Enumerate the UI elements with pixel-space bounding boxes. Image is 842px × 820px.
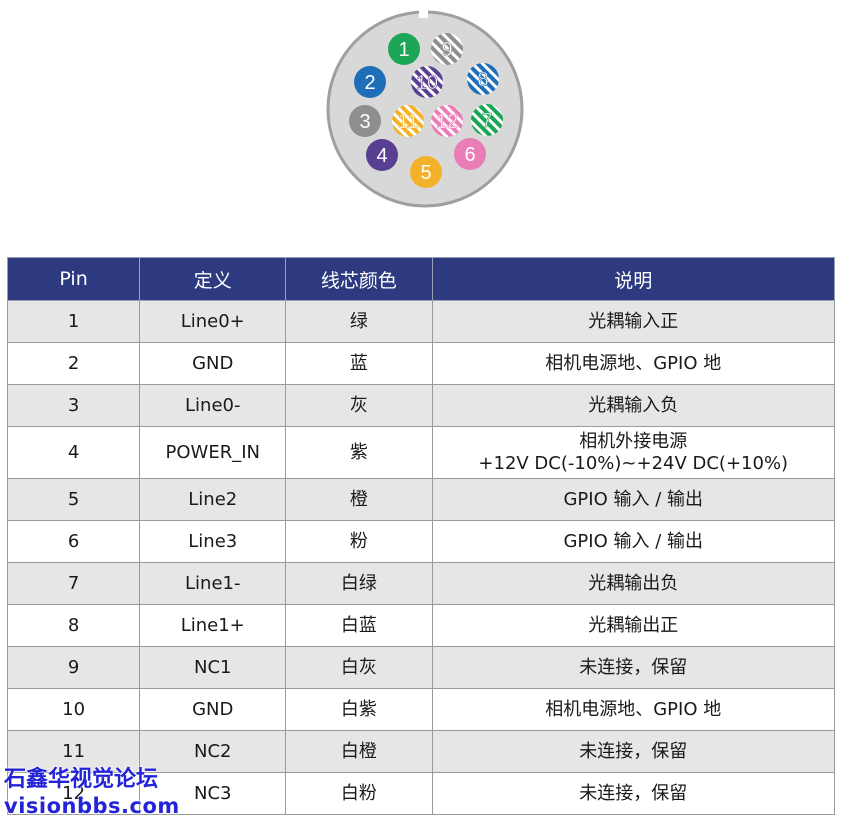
svg-text:3: 3 [359,111,370,133]
connector-pin-7: 7 [471,104,503,136]
cell-wire-color: 灰 [285,384,433,427]
table-row: 8 Line1+ 白蓝 光耦输出正 [6,604,835,647]
cell-wire-color: 绿 [285,300,433,343]
cell-description: 光耦输出正 [431,604,835,647]
connector-pin-8: 8 [467,63,499,95]
cell-wire-color: 白粉 [285,772,433,815]
cell-definition: Line1+ [139,604,287,647]
cell-description: GPIO 输入 / 输出 [431,520,835,563]
header-definition: 定义 [139,257,287,301]
svg-text:4: 4 [376,145,387,167]
connector-pin-12: 12 [431,105,463,137]
connector-key-notch [419,6,428,18]
cell-pin: 3 [6,384,141,427]
description-line-2: +12V DC(-10%)~+24V DC(+10%) [478,452,789,474]
cell-description: 相机电源地、GPIO 地 [431,688,835,731]
table-row: 3 Line0- 灰 光耦输入负 [6,384,835,427]
cell-wire-color: 橙 [285,478,433,521]
cell-definition: NC1 [139,646,287,689]
cell-definition: GND [139,688,287,731]
svg-text:8: 8 [477,69,488,91]
connector-pin-6: 6 [454,138,486,170]
cell-wire-color: 白灰 [285,646,433,689]
cell-wire-color: 白紫 [285,688,433,731]
connector-pinout-diagram: 1234567891011 12 [326,6,524,208]
connector-pin-4: 4 [366,139,398,171]
table-row: 10 GND 白紫 相机电源地、GPIO 地 [6,688,835,731]
cell-definition: POWER_IN [139,426,287,479]
svg-text:12: 12 [436,111,458,133]
cell-wire-color: 粉 [285,520,433,563]
cell-pin: 6 [6,520,141,563]
cell-description: 光耦输入正 [431,300,835,343]
table-row: 6 Line3 粉 GPIO 输入 / 输出 [6,520,835,563]
cell-definition: GND [139,342,287,385]
header-pin: Pin [6,257,141,301]
connector-pin-10: 10 [411,66,443,98]
watermark-site-url: visionbbs.com [4,794,180,818]
cell-pin: 10 [6,688,141,731]
cell-definition: Line3 [139,520,287,563]
cell-pin: 5 [6,478,141,521]
header-description: 说明 [431,257,835,301]
cell-description: 未连接，保留 [431,772,835,815]
svg-text:1: 1 [398,39,409,61]
cell-wire-color: 紫 [285,426,433,479]
cell-pin: 9 [6,646,141,689]
table-header-row: Pin 定义 线芯颜色 说明 [6,257,835,301]
svg-text:6: 6 [464,144,475,166]
table-row: 4 POWER_IN 紫 相机外接电源 +12V DC(-10%)~+24V D… [6,426,835,479]
connector-pin-5: 5 [410,156,442,188]
svg-text:7: 7 [481,110,492,132]
cell-wire-color: 蓝 [285,342,433,385]
svg-text:9: 9 [441,39,452,61]
cell-pin: 4 [6,426,141,479]
cell-wire-color: 白橙 [285,730,433,773]
connector-pin-1: 1 [388,33,420,65]
svg-text:11: 11 [398,111,419,133]
cell-pin: 2 [6,342,141,385]
cell-pin: 8 [6,604,141,647]
forum-watermark[interactable]: 石鑫华视觉论坛 visionbbs.com [4,766,180,820]
connector-pin-11: 11 [392,105,424,137]
svg-text:10: 10 [416,72,438,94]
pin-definition-table: Pin 定义 线芯颜色 说明 1 Line0+ 绿 光耦输入正 2 GND 蓝 … [6,257,835,815]
connector-pin-9: 9 [431,33,463,65]
header-wire-color: 线芯颜色 [285,257,433,301]
cell-pin: 1 [6,300,141,343]
cell-description: 相机电源地、GPIO 地 [431,342,835,385]
svg-text:5: 5 [420,162,431,184]
cell-description: 光耦输入负 [431,384,835,427]
table-row: 7 Line1- 白绿 光耦输出负 [6,562,835,605]
table-row: 5 Line2 橙 GPIO 输入 / 输出 [6,478,835,521]
cell-definition: Line0- [139,384,287,427]
cell-definition: Line0+ [139,300,287,343]
description-line-1: 相机外接电源 [579,430,688,452]
svg-text:2: 2 [364,72,375,94]
cell-description: 未连接，保留 [431,646,835,689]
cell-description: GPIO 输入 / 输出 [431,478,835,521]
table-row: 1 Line0+ 绿 光耦输入正 [6,300,835,343]
table-row: 9 NC1 白灰 未连接，保留 [6,646,835,689]
cell-pin: 7 [6,562,141,605]
table-row: 2 GND 蓝 相机电源地、GPIO 地 [6,342,835,385]
cell-definition: Line1- [139,562,287,605]
cell-description: 光耦输出负 [431,562,835,605]
cell-wire-color: 白绿 [285,562,433,605]
connector-pin-3: 3 [349,105,381,137]
cell-wire-color: 白蓝 [285,604,433,647]
cell-description: 相机外接电源 +12V DC(-10%)~+24V DC(+10%) [431,426,835,479]
connector-pin-2: 2 [354,66,386,98]
cell-description: 未连接，保留 [431,730,835,773]
watermark-site-name: 石鑫华视觉论坛 [4,767,159,792]
cell-definition: Line2 [139,478,287,521]
